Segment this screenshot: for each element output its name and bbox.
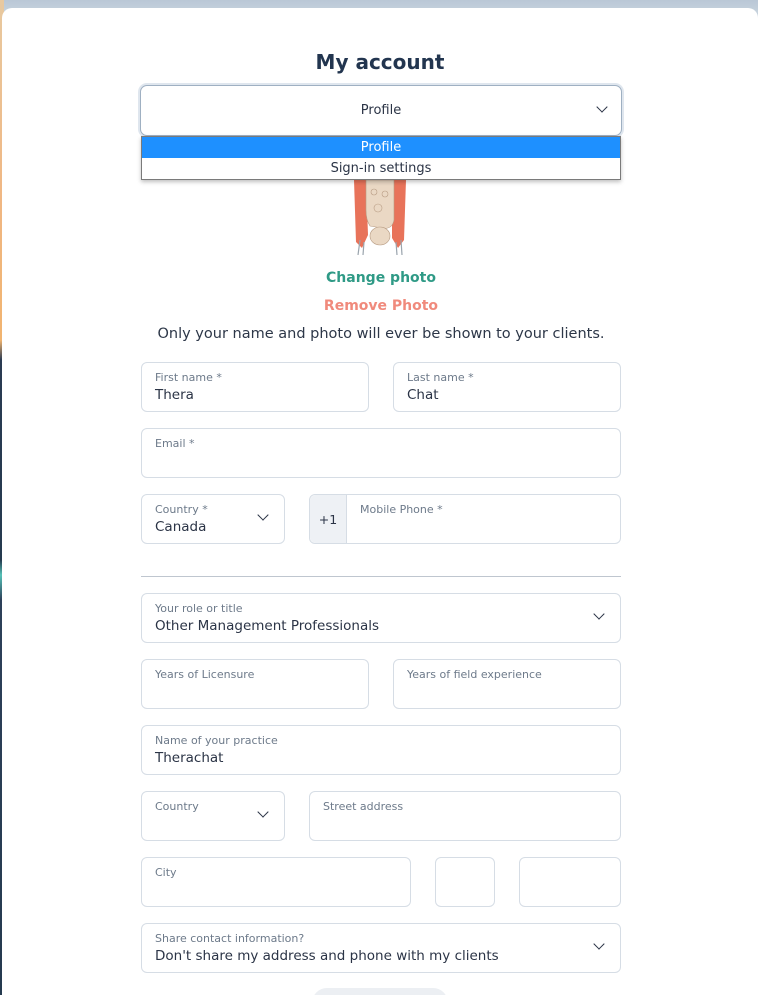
section-select[interactable]: Profile <box>140 85 622 136</box>
share-contact-select[interactable]: Share contact information? Don't share m… <box>141 923 621 973</box>
chevron-down-icon <box>258 511 268 521</box>
section-select-value: Profile <box>360 103 402 118</box>
country-value: Canada <box>155 519 207 535</box>
role-label: Your role or title <box>155 602 243 615</box>
page-title: My account <box>315 50 445 74</box>
years-experience-field[interactable]: Years of field experience <box>393 659 621 709</box>
practice-name-label: Name of your practice <box>155 734 278 747</box>
share-contact-label: Share contact information? <box>155 932 305 945</box>
mobile-phone-field[interactable]: +1 Mobile Phone * <box>309 494 621 544</box>
province-field[interactable] <box>435 857 495 907</box>
save-button[interactable] <box>312 988 448 995</box>
first-name-label: First name * <box>155 371 222 384</box>
practice-name-value: Therachat <box>155 750 224 766</box>
role-select[interactable]: Your role or title Other Management Prof… <box>141 593 621 643</box>
change-photo-link[interactable]: Change photo <box>0 270 758 286</box>
dropdown-option-sign-in-settings[interactable]: Sign-in settings <box>142 158 620 179</box>
street-address-field[interactable]: Street address <box>309 791 621 841</box>
years-licensure-label: Years of Licensure <box>155 668 255 681</box>
privacy-note: Only your name and photo will ever be sh… <box>157 326 605 342</box>
city-field[interactable]: City <box>141 857 411 907</box>
dropdown-option-profile[interactable]: Profile <box>142 137 620 158</box>
first-name-field[interactable]: First name * Thera <box>141 362 369 412</box>
practice-name-field[interactable]: Name of your practice Therachat <box>141 725 621 775</box>
section-divider <box>141 576 621 577</box>
postal-code-field[interactable] <box>519 857 621 907</box>
section-dropdown-menu: Profile Sign-in settings <box>141 136 621 180</box>
last-name-value: Chat <box>407 387 439 403</box>
street-address-label: Street address <box>323 800 404 813</box>
years-licensure-field[interactable]: Years of Licensure <box>141 659 369 709</box>
practice-country-label: Country <box>155 800 199 813</box>
country-label: Country * <box>155 503 208 516</box>
email-label: Email * <box>155 437 195 450</box>
chevron-down-icon <box>594 940 604 950</box>
practice-country-select[interactable]: Country <box>141 791 285 841</box>
first-name-value: Thera <box>155 387 194 403</box>
mobile-phone-label: Mobile Phone * <box>360 503 443 516</box>
role-value: Other Management Professionals <box>155 618 380 634</box>
email-field[interactable]: Email * <box>141 428 621 478</box>
phone-country-code: +1 <box>310 495 347 543</box>
chevron-down-icon <box>594 610 604 620</box>
city-label: City <box>155 866 177 879</box>
share-contact-value: Don't share my address and phone with my… <box>155 948 499 964</box>
chevron-down-icon <box>597 103 607 113</box>
chevron-down-icon <box>258 808 268 818</box>
country-select[interactable]: Country * Canada <box>141 494 285 544</box>
profile-photo <box>354 180 406 255</box>
years-experience-label: Years of field experience <box>407 668 542 681</box>
last-name-label: Last name * <box>407 371 474 384</box>
last-name-field[interactable]: Last name * Chat <box>393 362 621 412</box>
remove-photo-link[interactable]: Remove Photo <box>0 298 758 314</box>
